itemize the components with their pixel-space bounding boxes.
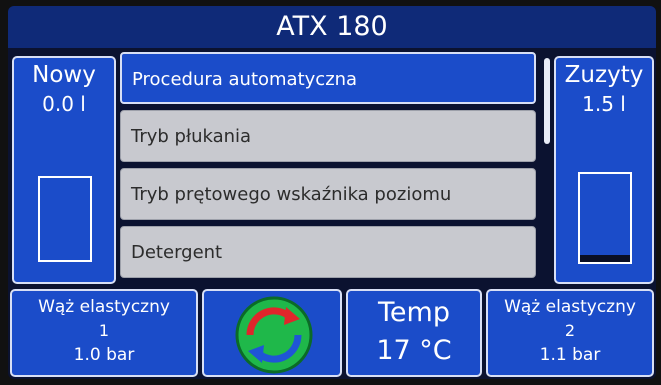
temp-label: Temp: [378, 297, 450, 328]
new-oil-panel[interactable]: Nowy 0.0 l: [12, 56, 116, 284]
menu-item-auto[interactable]: Procedura automatyczna: [120, 52, 536, 104]
menu-item-label: Procedura automatyczna: [132, 69, 358, 90]
menu-item-dipstick[interactable]: Tryb prętowego wskaźnika poziomu: [120, 168, 536, 220]
page-title: ATX 180: [276, 11, 388, 42]
device-screen: ATX 180 Nowy 0.0 l Procedura automatyczn…: [8, 6, 656, 379]
temp-value: 17 °C: [376, 335, 452, 366]
hose-1-number: 1: [98, 321, 110, 340]
menu-scrollbar[interactable]: [544, 58, 550, 144]
menu-item-label: Detergent: [131, 242, 223, 263]
menu-item-flush[interactable]: Tryb płukania: [120, 110, 536, 162]
temperature-panel: Temp 17 °C: [346, 289, 482, 377]
hose-1-panel[interactable]: Wąż elastyczny 1 1.0 bar: [10, 289, 198, 377]
menu-item-label: Tryb płukania: [131, 126, 252, 147]
used-oil-gauge: [578, 172, 632, 264]
used-oil-panel[interactable]: Zuzyty 1.5 l: [554, 56, 654, 284]
hose-1-label: Wąż elastyczny: [38, 297, 170, 317]
hose-2-label: Wąż elastyczny: [504, 297, 636, 317]
new-oil-label: Nowy: [32, 62, 96, 88]
hose-2-number: 2: [564, 321, 576, 340]
cycle-icon: [235, 296, 313, 374]
mode-menu: Procedura automatyczna Tryb płukania Try…: [120, 52, 540, 282]
cycle-button[interactable]: [202, 289, 342, 377]
new-oil-gauge: [38, 176, 92, 262]
hose-2-pressure: 1.1 bar: [539, 345, 601, 365]
used-oil-label: Zuzyty: [564, 62, 644, 88]
used-oil-value: 1.5 l: [582, 92, 626, 116]
new-oil-value: 0.0 l: [42, 92, 86, 116]
hose-1-pressure: 1.0 bar: [73, 345, 135, 365]
menu-item-detergent[interactable]: Detergent: [120, 226, 536, 278]
hose-2-panel[interactable]: Wąż elastyczny 2 1.1 bar: [486, 289, 654, 377]
used-oil-gauge-fill: [580, 254, 630, 262]
title-bar: ATX 180: [8, 6, 656, 48]
menu-item-label: Tryb prętowego wskaźnika poziomu: [131, 184, 452, 205]
